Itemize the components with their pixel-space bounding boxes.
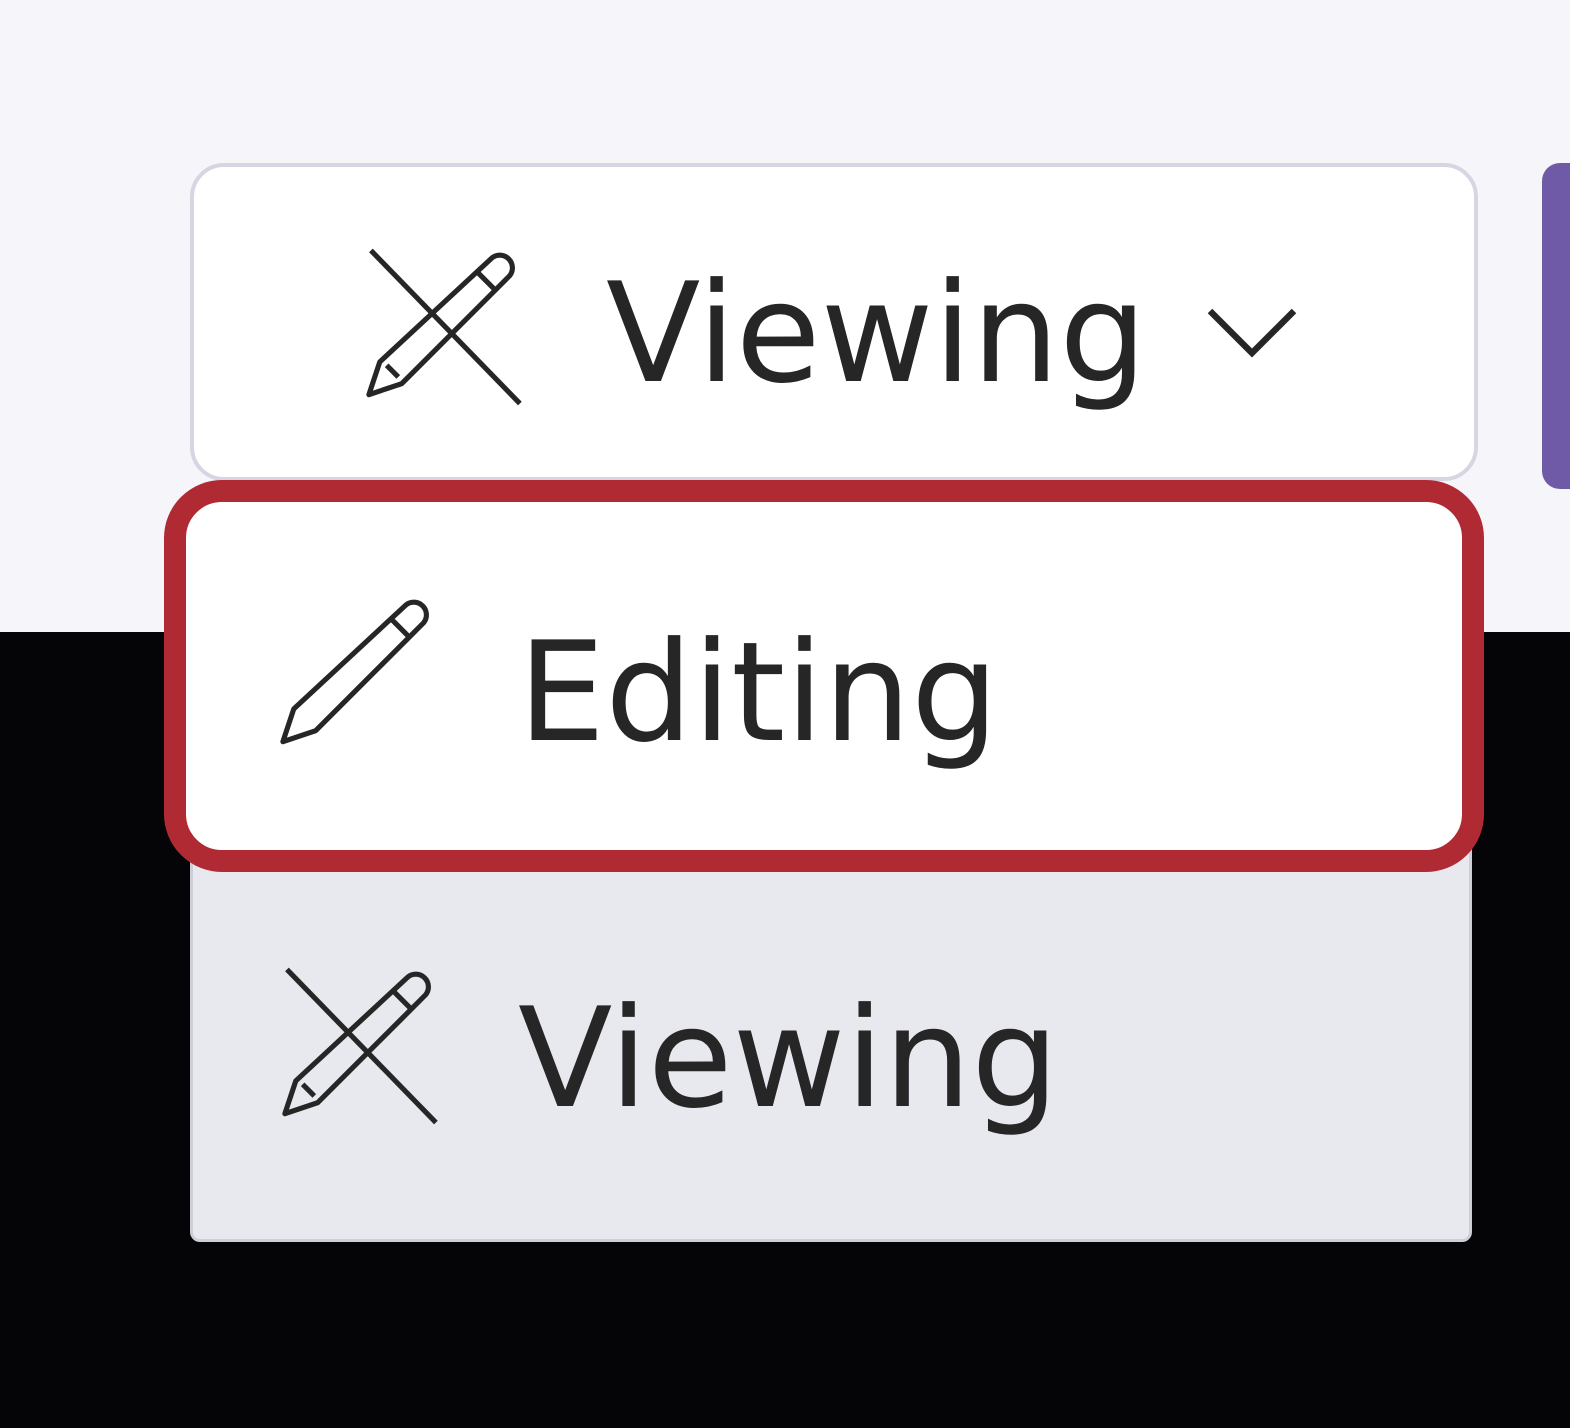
menu-item-editing[interactable]: Editing bbox=[164, 480, 1484, 872]
chevron-down-icon bbox=[1207, 308, 1297, 358]
pencil-icon bbox=[280, 599, 429, 745]
mode-dropdown-button[interactable]: Viewing bbox=[190, 163, 1478, 481]
menu-item-viewing[interactable]: Viewing bbox=[190, 910, 1472, 1210]
pencil-off-icon bbox=[282, 967, 438, 1125]
menu-item-label: Editing bbox=[518, 612, 999, 773]
menu-item-label: Viewing bbox=[518, 978, 1059, 1139]
pencil-off-icon bbox=[366, 248, 522, 406]
current-mode-label: Viewing bbox=[606, 253, 1147, 414]
primary-action-button[interactable] bbox=[1542, 163, 1570, 489]
